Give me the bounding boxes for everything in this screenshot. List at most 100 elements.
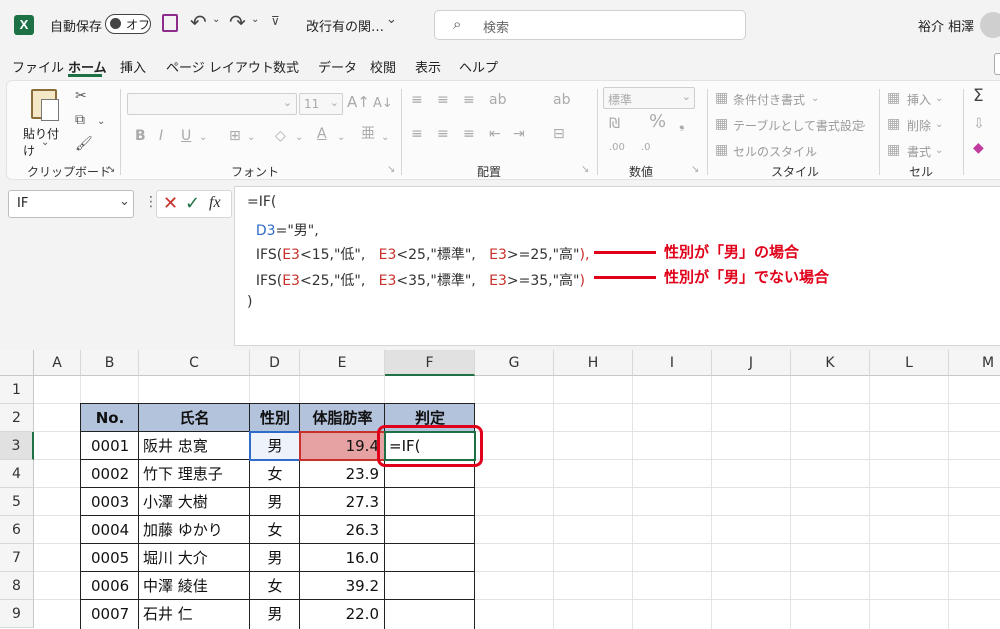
column-header-a[interactable]: A xyxy=(34,350,81,376)
file-name[interactable]: 改行有の関… xyxy=(306,16,384,35)
currency-icon[interactable]: ₪ xyxy=(609,117,620,131)
orientation-icon[interactable]: ab xyxy=(489,93,506,107)
undo-icon[interactable]: ↶ xyxy=(190,10,207,34)
align-left-icon[interactable]: ≡ xyxy=(411,127,423,141)
insert-function-icon[interactable]: fx xyxy=(209,194,221,212)
fill-color-icon[interactable]: ◇ xyxy=(275,129,286,143)
percent-icon[interactable]: % xyxy=(649,113,666,131)
column-header-f[interactable]: F xyxy=(385,350,475,376)
cell-styles-dropdown-icon[interactable]: ⌄ xyxy=(807,144,815,158)
cancel-icon[interactable]: ✕ xyxy=(163,193,178,214)
row-header-5[interactable]: 5 xyxy=(0,488,34,516)
italic-icon[interactable]: I xyxy=(159,129,163,143)
tab-insert[interactable]: 挿入 xyxy=(120,57,146,76)
row-header-4[interactable]: 4 xyxy=(0,460,34,488)
comma-icon[interactable]: ❟ xyxy=(679,117,685,131)
format-cells-button[interactable]: 書式 xyxy=(907,143,931,160)
font-launcher-icon[interactable]: ↘ xyxy=(387,163,395,177)
copy-icon[interactable]: ⧉ xyxy=(75,113,85,127)
clipboard-launcher-icon[interactable]: ↘ xyxy=(107,163,115,177)
delete-cells-icon[interactable]: ▦ xyxy=(887,117,900,131)
undo-dropdown-icon[interactable]: ⌄ xyxy=(212,14,220,25)
cut-icon[interactable]: ✂ xyxy=(75,89,87,103)
column-header-b[interactable]: B xyxy=(81,350,139,376)
row-header-2[interactable]: 2 xyxy=(0,404,34,432)
format-painter-icon[interactable]: 🖌 xyxy=(75,137,93,151)
tab-data[interactable]: データ xyxy=(318,57,357,76)
decrease-decimal-icon[interactable]: .0 xyxy=(641,141,651,155)
row-header-9[interactable]: 9 xyxy=(0,600,34,628)
column-header-e[interactable]: E xyxy=(300,350,385,376)
column-header-k[interactable]: K xyxy=(791,350,870,376)
column-header-j[interactable]: J xyxy=(712,350,791,376)
row-header-6[interactable]: 6 xyxy=(0,516,34,544)
column-header-l[interactable]: L xyxy=(870,350,949,376)
wrap-text-icon[interactable]: ab xyxy=(553,93,570,107)
user-name[interactable]: 裕介 相澤 xyxy=(918,16,974,35)
copy-dropdown-icon[interactable]: ⌄ xyxy=(97,115,105,129)
align-bottom-icon[interactable]: ≡ xyxy=(463,93,475,107)
tab-formulas[interactable]: 数式 xyxy=(273,57,299,76)
column-header-i[interactable]: I xyxy=(633,350,712,376)
conditional-format-icon[interactable]: ▦ xyxy=(715,91,728,105)
tab-page-layout[interactable]: ページ レイアウト xyxy=(166,57,274,76)
format-cells-dropdown-icon[interactable]: ⌄ xyxy=(935,144,943,158)
delete-cells-button[interactable]: 削除 xyxy=(907,117,931,134)
column-header-d[interactable]: D xyxy=(250,350,300,376)
delete-cells-dropdown-icon[interactable]: ⌄ xyxy=(935,118,943,132)
row-header-1[interactable]: 1 xyxy=(0,376,34,404)
insert-cells-dropdown-icon[interactable]: ⌄ xyxy=(935,92,943,106)
row-header-8[interactable]: 8 xyxy=(0,572,34,600)
align-center-icon[interactable]: ≡ xyxy=(437,127,449,141)
save-icon[interactable] xyxy=(162,14,178,32)
font-size-select[interactable]: 11 ⌄ xyxy=(299,93,343,115)
increase-decimal-icon[interactable]: .00 xyxy=(609,141,625,155)
autosave-toggle[interactable]: オフ xyxy=(105,14,151,34)
filename-chevron-down-icon[interactable]: ⌄ xyxy=(386,12,397,27)
insert-cells-icon[interactable]: ▦ xyxy=(887,91,900,105)
avatar[interactable] xyxy=(980,12,1000,38)
font-color-icon[interactable]: A xyxy=(317,127,327,141)
tab-view[interactable]: 表示 xyxy=(415,57,441,76)
border-icon[interactable]: ⊞ xyxy=(229,129,241,143)
format-as-table-button[interactable]: テーブルとして書式設定 xyxy=(733,117,864,134)
decrease-indent-icon[interactable]: ⇤ xyxy=(489,127,501,141)
cell-styles-button[interactable]: セルのスタイル xyxy=(733,143,817,160)
alignment-launcher-icon[interactable]: ↘ xyxy=(581,163,589,177)
phonetic-icon[interactable]: 亜 xyxy=(361,127,375,141)
conditional-format-button[interactable]: 条件付き書式 xyxy=(733,91,805,108)
tab-review[interactable]: 校閲 xyxy=(370,57,396,76)
format-as-table-icon[interactable]: ▦ xyxy=(715,117,728,131)
formula-input[interactable] xyxy=(234,186,1000,346)
increase-font-icon[interactable]: A↑ xyxy=(347,95,370,110)
enter-icon[interactable]: ✓ xyxy=(185,193,200,214)
conditional-format-dropdown-icon[interactable]: ⌄ xyxy=(811,92,819,106)
number-launcher-icon[interactable]: ↘ xyxy=(691,163,699,177)
select-all-corner[interactable] xyxy=(0,350,34,376)
format-as-table-dropdown-icon[interactable]: ⌄ xyxy=(859,118,867,132)
comments-button[interactable] xyxy=(994,53,1000,75)
underline-dropdown-icon[interactable]: ⌄ xyxy=(199,131,207,145)
search-box[interactable]: ⌕ 検索 xyxy=(434,10,746,40)
bold-icon[interactable]: B xyxy=(135,129,146,143)
paste-button[interactable]: 貼り付け ⌄ xyxy=(21,87,65,158)
merge-center-icon[interactable]: ⊟ xyxy=(553,127,565,141)
number-format-select[interactable]: 標準 ⌄ xyxy=(603,87,695,109)
row-header-3[interactable]: 3 xyxy=(0,432,34,460)
align-right-icon[interactable]: ≡ xyxy=(463,127,475,141)
column-header-h[interactable]: H xyxy=(554,350,633,376)
phonetic-dropdown-icon[interactable]: ⌄ xyxy=(381,131,389,145)
row-header-7[interactable]: 7 xyxy=(0,544,34,572)
format-cells-icon[interactable]: ▦ xyxy=(887,143,900,157)
fill-color-dropdown-icon[interactable]: ⌄ xyxy=(295,131,303,145)
customize-qat-icon[interactable]: ⊽ xyxy=(271,14,280,28)
insert-cells-button[interactable]: 挿入 xyxy=(907,91,931,108)
underline-icon[interactable]: U xyxy=(181,129,191,143)
column-header-g[interactable]: G xyxy=(475,350,554,376)
column-header-m[interactable]: M xyxy=(949,350,1000,376)
tab-help[interactable]: ヘルプ xyxy=(459,57,498,76)
redo-dropdown-icon[interactable]: ⌄ xyxy=(251,14,259,25)
fill-icon[interactable]: ⇩ xyxy=(973,117,985,131)
align-middle-icon[interactable]: ≡ xyxy=(437,93,449,107)
name-box[interactable]: IF ⌄ xyxy=(8,190,134,218)
